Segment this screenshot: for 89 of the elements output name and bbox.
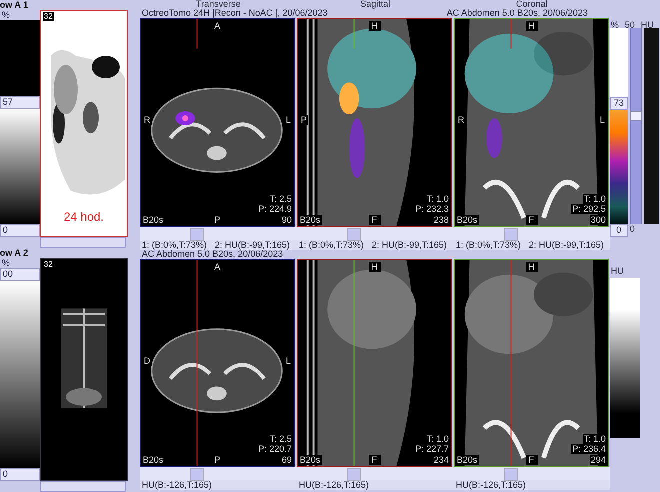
orientation-label: A — [212, 262, 224, 272]
position-label: P: 227.7 — [414, 444, 450, 454]
slider-thumb[interactable] — [630, 111, 642, 122]
scroll-thumb[interactable] — [190, 468, 204, 481]
scale-mid-value: 57 — [0, 96, 40, 110]
window-legend: HU(B:-126,T:165) — [142, 480, 212, 490]
thickness-label: T: 1.0 — [582, 194, 607, 204]
orientation-label: R — [457, 115, 466, 125]
scroll-thumb[interactable] — [504, 468, 518, 481]
series-label: B20s — [456, 455, 479, 465]
view-header: Transverse — [196, 0, 241, 9]
orientation-label: L — [284, 115, 292, 125]
scale-unit: HU — [641, 20, 654, 30]
scroll-thumb[interactable] — [347, 228, 361, 241]
view-header: Sagittal — [360, 0, 391, 9]
thickness-label: T: 1.0 — [582, 434, 607, 444]
thickness-label: T: 1.0 — [426, 194, 450, 204]
window-legend: 2: HU(B:-99,T:165) — [215, 240, 290, 250]
image-label: 32 — [43, 260, 54, 269]
slice-number: 238 — [432, 215, 450, 225]
series-info: AC Abdomen 5.0 B20s, 20/06/2023 — [142, 250, 284, 259]
scale-unit: % — [611, 20, 620, 30]
window-legend: 1: (B:0%,T:73%) — [142, 240, 208, 250]
orientation-label: R — [143, 115, 152, 125]
scale-unit: HU — [610, 266, 625, 276]
window-legend: HU(B:-126,T:165) — [299, 480, 370, 490]
thickness-label: T: 2.5 — [268, 194, 293, 204]
scale-top-value: 00 — [0, 268, 40, 281]
panel-title: ow A 1 — [0, 0, 30, 10]
series-label: B20s — [456, 215, 479, 225]
scroll-thumb[interactable] — [347, 468, 361, 481]
window-slider[interactable] — [630, 28, 642, 224]
orientation-label: H — [526, 21, 538, 31]
position-label: P: 232.3 — [414, 204, 450, 214]
viewport[interactable]: A R L T: 2.5 P: 224.9 B20s P 90 — [140, 18, 295, 227]
series-label: B20s — [142, 455, 165, 465]
series-info: AC Abdomen 5.0 B20s, 20/06/2023 — [446, 9, 588, 18]
slice-number: 69 — [280, 455, 293, 465]
color-scale-bar — [610, 28, 628, 97]
slice-number: 300 — [590, 215, 607, 225]
panel-title: ow A 2 — [0, 248, 30, 258]
scroll-thumb[interactable] — [190, 228, 204, 241]
scroll-bar[interactable] — [40, 481, 126, 492]
slice-number: 294 — [590, 455, 607, 465]
orientation-label: H — [368, 21, 380, 31]
orientation-label: H — [526, 262, 538, 272]
thickness-label: T: 2.5 — [268, 434, 293, 444]
viewport[interactable]: H R L T: 1.0 P: 292.5 B20s F 300 — [454, 18, 609, 227]
orientation-label: F — [368, 215, 380, 225]
window-legend: 2: HU(B:-99,T:165) — [372, 240, 448, 250]
viewport[interactable]: H P T: 1.0 P: 232.3 B20s F 238 — [297, 18, 452, 227]
image-caption: 24 hod. — [62, 210, 106, 224]
scale-bottom-value: 0 — [610, 224, 628, 237]
slice-number: 90 — [280, 215, 293, 225]
scale-marker-value: 73 — [610, 96, 628, 110]
window-legend: 1: (B:0%,T:73%) — [456, 240, 522, 250]
position-label: P: 292.5 — [571, 204, 607, 214]
series-label: B20s — [299, 215, 322, 225]
scroll-thumb[interactable] — [504, 228, 518, 241]
window-legend: HU(B:-126,T:165) — [456, 480, 526, 490]
orientation-label: L — [284, 356, 292, 366]
series-label: B20s — [299, 455, 322, 465]
viewport[interactable]: A D L T: 2.5 P: 220.7 B20s P 69 — [140, 259, 295, 467]
orientation-label: P — [300, 115, 308, 125]
image-label: 32 — [43, 12, 54, 21]
orientation-label: F — [526, 215, 538, 225]
position-label: P: 236.4 — [571, 444, 607, 454]
scale-bottom-value: 0 — [0, 224, 40, 237]
window-legend: 1: (B:0%,T:73%) — [299, 240, 364, 250]
orientation-label: H — [368, 262, 380, 272]
position-label: P: 220.7 — [257, 444, 293, 454]
window-value: 50 — [625, 20, 636, 30]
orientation-label: A — [212, 21, 224, 31]
scroll-bar[interactable] — [40, 237, 126, 248]
thickness-label: T: 1.0 — [426, 434, 450, 444]
orientation-label: D — [143, 356, 152, 366]
slider-value: 0 — [630, 224, 636, 236]
slice-number: 234 — [432, 455, 450, 465]
position-label: P: 224.9 — [257, 204, 293, 214]
orientation-label: F — [368, 455, 380, 465]
window-legend: 2: HU(B:-99,T:165) — [529, 240, 604, 250]
viewport[interactable]: H T: 1.0 P: 236.4 B20s F 294 — [454, 259, 609, 467]
orientation-label: F — [526, 455, 538, 465]
viewport[interactable]: H T: 1.0 P: 227.7 B20s F 234 — [297, 259, 452, 467]
scale-bottom-value: 0 — [0, 468, 40, 481]
series-info: OctreoTomo 24H |Recon - NoAC |, 20/06/2023 — [142, 9, 328, 18]
view-header: Coronal — [516, 0, 548, 9]
orientation-label: L — [598, 115, 606, 125]
series-label: B20s — [142, 215, 165, 225]
